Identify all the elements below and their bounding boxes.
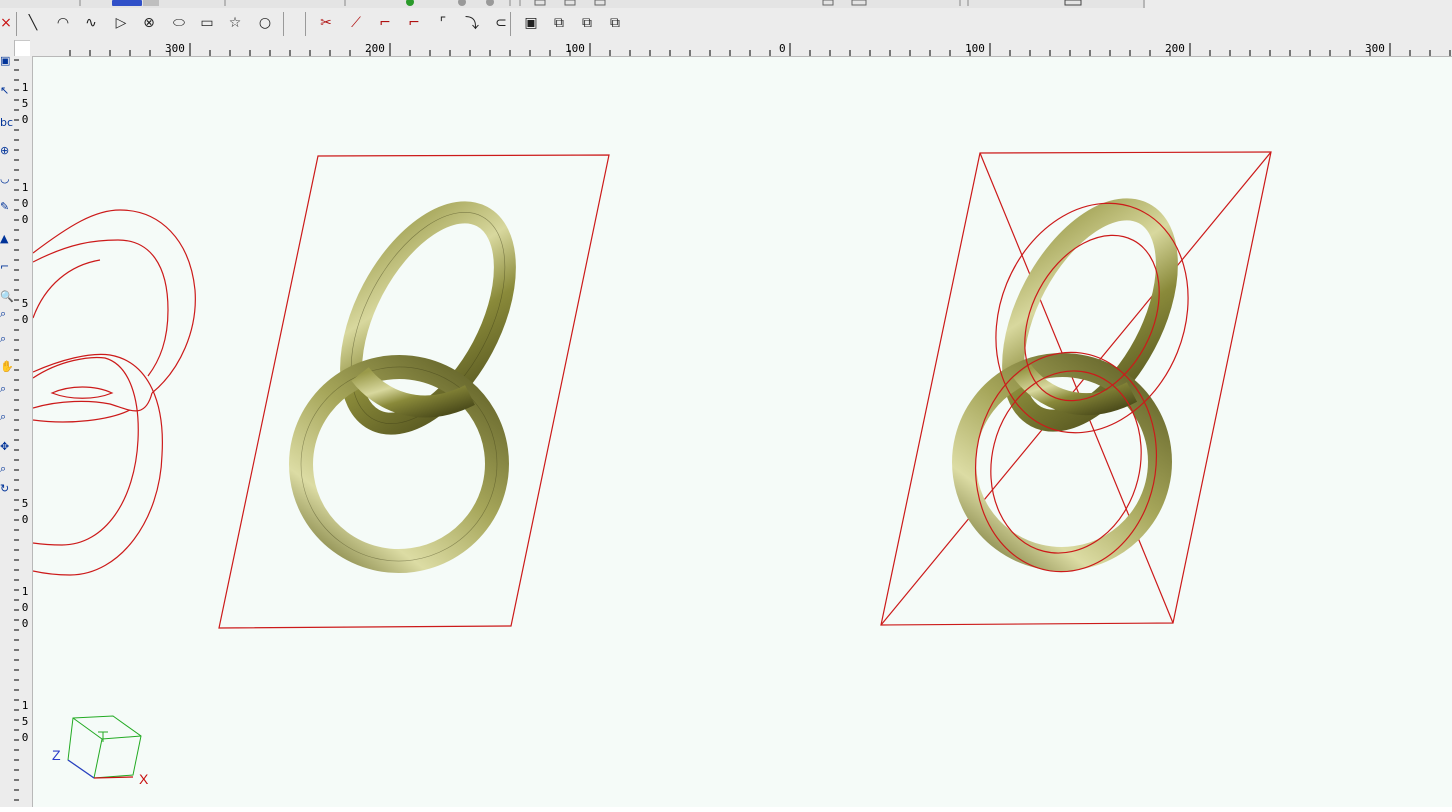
rotate-icon[interactable]: ↻	[0, 480, 14, 498]
trim-icon[interactable]: ✂	[315, 12, 337, 34]
zoom-in-icon[interactable]: ⌕	[0, 330, 14, 348]
ruler-left-label: 5	[21, 297, 29, 310]
text-abc-icon[interactable]: bc	[0, 114, 14, 132]
ruler-left-label: 0	[21, 197, 29, 210]
ruler-left-label: 0	[21, 617, 29, 630]
zoom-out-icon[interactable]: ⌕	[0, 380, 14, 398]
ruler-left-label: 0	[21, 513, 29, 526]
right-lower-ring	[952, 352, 1172, 572]
circle-point-icon[interactable]: ⊗	[138, 12, 160, 34]
array-icon[interactable]: ⧉	[548, 12, 570, 34]
middle-lower-ring	[289, 354, 509, 574]
vertical-ruler: 1 5 0 1 0 0 5 0 5 0 1 0 0 1 5 0	[14, 56, 33, 807]
ruler-left-label: 1	[21, 585, 29, 598]
ruler-top-label: 300	[165, 42, 185, 55]
scene-svg	[32, 151, 1272, 779]
pen-icon[interactable]: ✎	[0, 198, 14, 216]
slot-icon[interactable]: ⊂	[490, 12, 512, 34]
magnify-icon[interactable]: ⌕	[0, 460, 14, 478]
axis-x-label: X	[139, 771, 149, 787]
select-icon[interactable]: ▣	[0, 52, 14, 70]
polyline-icon[interactable]: ▷	[110, 12, 132, 34]
close-icon[interactable]: ×	[0, 12, 12, 34]
axis-z-label: Z	[52, 747, 61, 763]
ruler-top-label: 200	[365, 42, 385, 55]
left-toolbar: ▣ ↖ bc ⊕ ◡ ✎ ▲ ⌐ 🔍 ⌕ ⌕ ✋ ⌕ ⌕ ✥ ⌕ ↻	[0, 40, 15, 807]
ruler-top-label: 200	[1165, 42, 1185, 55]
horizontal-ruler: 300 200 100 0 100 200 300	[30, 40, 1452, 57]
corner-icon[interactable]: ⌜	[432, 12, 454, 34]
pan-icon[interactable]: ✋	[0, 358, 14, 376]
ruler-left-label: 0	[21, 213, 29, 226]
fill-icon[interactable]: ▲	[0, 230, 14, 248]
star-icon[interactable]: ☆	[224, 12, 246, 34]
ruler-top-label: 100	[965, 42, 985, 55]
ruler-top-label: 100	[565, 42, 585, 55]
chamfer-icon[interactable]: ⌐	[403, 12, 425, 34]
ruler-left-label: 0	[21, 313, 29, 326]
zoom-window-icon[interactable]: ⌕	[0, 305, 14, 323]
ruler-left-label: 1	[21, 699, 29, 712]
ruler-left-label: 0	[21, 731, 29, 744]
ruler-left-label: 5	[21, 715, 29, 728]
zoom-icon[interactable]: 🔍	[0, 288, 14, 306]
spline-icon[interactable]: ∿	[80, 12, 102, 34]
zoom-all-icon[interactable]: ⌕	[0, 408, 14, 426]
right-rings	[952, 198, 1178, 572]
toolbar-area: × ╲ ◠ ∿ ▷ ⊗ ⬭ ▭ ☆ ○ ✂ ⟋ ⌐ ⌐ ⌜ ⤵ ⊂ ▣ ⧉ ⧉ ⧉	[0, 0, 1452, 41]
arc-center-icon[interactable]: ◠	[52, 12, 74, 34]
ruler-left-label: 1	[21, 81, 29, 94]
ruler-left-label: 5	[21, 97, 29, 110]
curve-icon[interactable]: ◡	[0, 170, 14, 188]
blend-curve-icon[interactable]: ⤵	[461, 12, 483, 34]
measure-icon[interactable]: ⌐	[0, 258, 14, 276]
ruler-top-label: 0	[779, 42, 786, 55]
rectangle-icon[interactable]: ▭	[196, 12, 218, 34]
left-wireframe-curves	[32, 209, 196, 576]
ruler-top-label: 300	[1365, 42, 1385, 55]
sphere-icon[interactable]: ⊕	[0, 142, 14, 160]
draw-toolbar: × ╲ ◠ ∿ ▷ ⊗ ⬭ ▭ ☆ ○ ✂ ⟋ ⌐ ⌐ ⌜ ⤵ ⊂ ▣ ⧉ ⧉ ⧉	[0, 8, 635, 40]
move-icon[interactable]: ✥	[0, 438, 14, 456]
array-copy-icon[interactable]: ⧉	[576, 12, 598, 34]
polygon-icon[interactable]: ○	[254, 12, 276, 34]
ruler-left-label: 0	[21, 113, 29, 126]
ruler-left-label: 0	[21, 601, 29, 614]
array-move-icon[interactable]: ⧉	[604, 12, 626, 34]
ellipse-icon[interactable]: ⬭	[168, 12, 190, 34]
pick-icon[interactable]: ↖	[0, 82, 14, 100]
ruler-left-label: 5	[21, 497, 29, 510]
extend-icon[interactable]: ⟋	[345, 12, 367, 34]
axis-gizmo	[67, 715, 142, 779]
line-icon[interactable]: ╲	[22, 12, 44, 34]
active-view-button[interactable]	[112, 0, 142, 6]
ruler-left-label: 1	[21, 181, 29, 194]
top-toolbar-strip	[0, 0, 1145, 8]
offset-icon[interactable]: ▣	[520, 12, 542, 34]
viewport-canvas[interactable]: Z X	[32, 57, 1452, 807]
middle-rings	[289, 201, 516, 574]
fillet-icon[interactable]: ⌐	[374, 12, 396, 34]
